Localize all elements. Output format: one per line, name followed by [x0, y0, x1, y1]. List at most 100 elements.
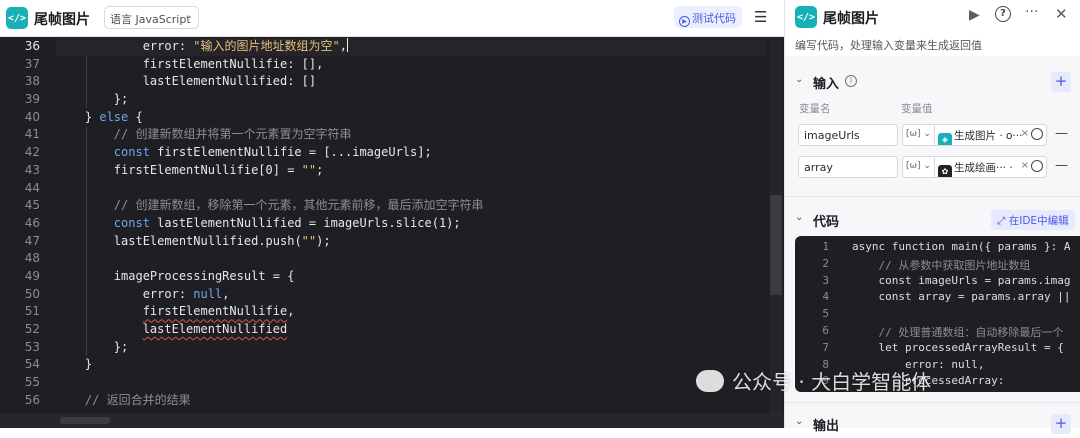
- code-node-logo-icon: </>: [795, 6, 817, 28]
- line-number-gutter: 36 37 38 39 40 41 42 43 44 45 46 47 48 4…: [0, 38, 40, 409]
- variable-reference-field[interactable]: ✿ 生成绘画··· · ×: [935, 156, 1047, 178]
- line-number: 41: [24, 127, 40, 142]
- code-line[interactable]: lastElementNullified.push("");: [56, 233, 766, 251]
- code-section-title: 代码: [813, 215, 840, 230]
- type-label: [ω]: [906, 161, 921, 171]
- divider: [785, 402, 1080, 403]
- code-line[interactable]: };: [56, 91, 766, 109]
- code-line[interactable]: error: "输入的图片地址数组为空",: [56, 38, 766, 56]
- variable-type-select[interactable]: [ω] ⌄: [902, 124, 935, 146]
- column-header-name: 变量名: [799, 103, 831, 115]
- code-line[interactable]: firstElementNullifie,: [56, 303, 766, 321]
- close-icon[interactable]: ✕: [1055, 5, 1068, 23]
- line-number: 53: [24, 339, 40, 354]
- type-label: [ω]: [906, 129, 921, 139]
- settings-circle-icon[interactable]: [1031, 128, 1043, 140]
- line-number: 43: [24, 162, 40, 177]
- run-play-icon[interactable]: ▶: [969, 7, 980, 23]
- preview-code-line: let processedArrayResult = {: [852, 340, 1064, 354]
- clear-reference-icon[interactable]: ×: [1021, 160, 1029, 171]
- code-line[interactable]: imageProcessingResult = {: [56, 268, 766, 286]
- remove-variable-icon[interactable]: —: [1055, 158, 1068, 173]
- language-value: JavaScript: [135, 13, 191, 26]
- edit-in-ide-button[interactable]: ⤢ 在IDE中编辑: [991, 210, 1075, 230]
- horizontal-scrollbar-track[interactable]: [0, 413, 784, 428]
- panel-header: </> 尾帧图片 ▶ ? ··· ✕ 编写代码，处理输入变量来生成返回值: [785, 0, 1080, 56]
- line-number: 42: [24, 145, 40, 160]
- line-number: 49: [24, 268, 40, 283]
- chevron-down-icon: ⌄: [795, 212, 804, 223]
- code-line[interactable]: lastElementNullified: []: [56, 73, 766, 91]
- variable-type-select[interactable]: [ω] ⌄: [902, 156, 935, 178]
- node-config-panel: </> 尾帧图片 ▶ ? ··· ✕ 编写代码，处理输入变量来生成返回值 ⌄ 输…: [784, 0, 1080, 434]
- vertical-scrollbar-thumb[interactable]: [770, 195, 782, 295]
- settings-circle-icon[interactable]: [1031, 160, 1043, 172]
- add-input-button[interactable]: +: [1051, 72, 1071, 92]
- code-line[interactable]: const lastElementNullified = imageUrls.s…: [56, 215, 766, 233]
- code-line[interactable]: [56, 374, 766, 392]
- variable-name-input[interactable]: array: [798, 156, 898, 178]
- editor-toolbar: </> 尾帧图片 语言 JavaScript ⌄ ▶ 测试代码 ☰: [0, 0, 784, 37]
- code-line[interactable]: }: [56, 356, 766, 374]
- line-number: 54: [24, 357, 40, 372]
- add-output-button[interactable]: +: [1051, 414, 1071, 434]
- code-line[interactable]: };: [56, 339, 766, 357]
- code-line[interactable]: firstElementNullifie: [],: [56, 56, 766, 74]
- code-node-logo-icon: </>: [6, 7, 28, 29]
- preview-code-line: // 处理普通数组：自动移除最后一个: [852, 326, 1064, 339]
- test-code-button[interactable]: ▶ 测试代码: [674, 6, 742, 28]
- code-line[interactable]: [56, 250, 766, 268]
- play-circle-icon: ▶: [679, 16, 690, 27]
- code-line[interactable]: lastElementNullified: [56, 321, 766, 339]
- input-section-header[interactable]: ⌄ 输入 i +: [785, 70, 1080, 96]
- info-icon[interactable]: i: [845, 75, 857, 87]
- line-number: 52: [24, 322, 40, 336]
- column-header-value: 变量值: [901, 103, 933, 115]
- line-number: 37: [24, 56, 40, 71]
- code-line[interactable]: firstElementNullifie[0] = "";: [56, 162, 766, 180]
- line-number: 51: [24, 304, 40, 319]
- line-number: 36: [24, 39, 40, 53]
- clear-reference-icon[interactable]: ×: [1021, 128, 1029, 139]
- code-line[interactable]: const firstElementNullifie = [...imageUr…: [56, 144, 766, 162]
- code-line[interactable]: // 返回合并的结果: [56, 392, 766, 410]
- node-ref-icon: ◈: [938, 133, 952, 145]
- preview-code-line: const imageUrls = params.imag: [852, 273, 1071, 287]
- variable-reference-field[interactable]: ◈ 生成图片 · o··· ×: [935, 124, 1047, 146]
- panel-description: 编写代码，处理输入变量来生成返回值: [795, 39, 982, 52]
- help-icon[interactable]: ?: [995, 6, 1011, 22]
- expand-icon: ⤢: [997, 215, 1006, 227]
- variable-name-input[interactable]: imageUrls: [798, 124, 898, 146]
- line-number: 45: [24, 198, 40, 213]
- code-editor-pane: </> 尾帧图片 语言 JavaScript ⌄ ▶ 测试代码 ☰ 36 37 3…: [0, 0, 784, 428]
- more-options-icon[interactable]: ···: [1025, 4, 1038, 20]
- code-line[interactable]: // 创建新数组，移除第一个元素，其他元素前移，最后添加空字符串: [56, 197, 766, 215]
- remove-variable-icon[interactable]: —: [1055, 126, 1068, 141]
- code-line[interactable]: error: null,: [56, 286, 766, 304]
- code-line[interactable]: } else {: [56, 109, 766, 127]
- menu-collapse-icon[interactable]: ☰: [754, 8, 767, 26]
- input-variable-row: array [ω] ⌄ ✿ 生成绘画··· · × —: [797, 156, 1075, 178]
- output-section-header[interactable]: ⌄ 输出 +: [785, 412, 1080, 438]
- line-number: 47: [24, 233, 40, 248]
- horizontal-scrollbar-thumb[interactable]: [60, 417, 110, 424]
- preview-line-number: 1: [822, 240, 829, 253]
- editor-title: 尾帧图片: [34, 12, 90, 28]
- language-select[interactable]: 语言 JavaScript ⌄: [104, 6, 199, 29]
- line-number: 39: [24, 92, 40, 107]
- preview-code-line: const array = params.array ||: [852, 290, 1071, 304]
- node-ref-icon: ✿: [938, 165, 952, 177]
- divider: [785, 196, 1080, 197]
- line-number: 44: [24, 180, 40, 195]
- test-code-label: 测试代码: [692, 12, 736, 25]
- preview-code-line: // 从参数中获取图片地址数组: [852, 258, 1031, 272]
- code-text-area[interactable]: error: "输入的图片地址数组为空", firstElementNullif…: [56, 38, 766, 409]
- wechat-logo-icon: [696, 370, 724, 392]
- code-line[interactable]: // 创建新数组并将第一个元素置为空字符串: [56, 126, 766, 144]
- line-number: 50: [24, 286, 40, 301]
- chevron-down-icon: ⌄: [795, 416, 804, 427]
- preview-line-number: 2: [822, 256, 829, 270]
- line-number: 55: [24, 375, 40, 390]
- edit-in-ide-label: 在IDE中编辑: [1008, 215, 1069, 227]
- code-line[interactable]: [56, 180, 766, 198]
